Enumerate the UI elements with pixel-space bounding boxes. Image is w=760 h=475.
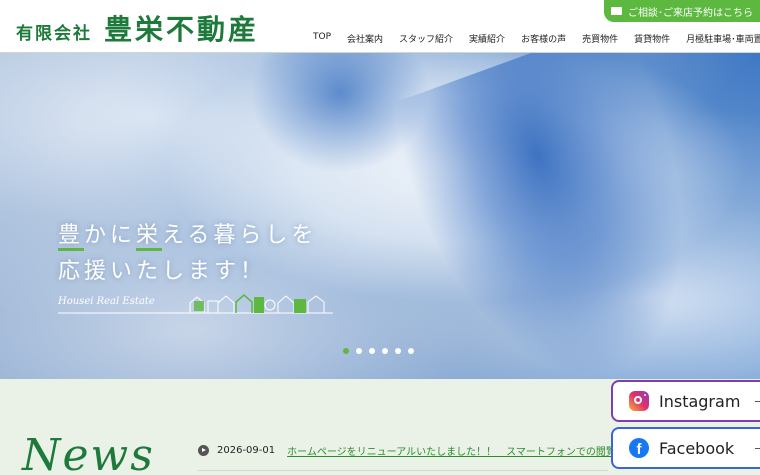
slide-dot-2[interactable]: [356, 348, 362, 354]
nav-rental-properties[interactable]: 賃貸物件: [627, 28, 677, 49]
instagram-button[interactable]: Instagram: [611, 380, 760, 422]
catch-highlight-2: 栄: [136, 223, 163, 251]
slide-dot-5[interactable]: [395, 348, 401, 354]
sky-background-accent: [250, 53, 430, 173]
site-header: 有限会社 豊栄不動産 ご相談･ご来店予約はこちら TOP 会社案内 スタッフ紹介…: [0, 0, 760, 53]
slide-dot-4[interactable]: [382, 348, 388, 354]
dash-decoration: [755, 401, 760, 402]
company-name: 豊栄不動産: [104, 13, 260, 46]
facebook-button[interactable]: f Facebook: [611, 427, 760, 469]
catch-line-2: 応援いたします！: [58, 259, 267, 284]
nav-company[interactable]: 会社案内: [340, 28, 390, 49]
nav-results[interactable]: 実績紹介: [462, 28, 512, 49]
dash-decoration: [755, 448, 760, 449]
contact-button-label: ご相談･ご来店予約はこちら: [628, 7, 753, 19]
sky-background: [381, 53, 739, 379]
nav-parking[interactable]: 月極駐車場･車両置場: [679, 28, 760, 49]
site-logo[interactable]: 有限会社 豊栄不動産: [16, 8, 259, 48]
house-line-illustration: Housei Real Estate: [58, 294, 333, 314]
nav-staff[interactable]: スタッフ紹介: [392, 28, 460, 49]
nav-top[interactable]: TOP: [306, 28, 338, 49]
catch-line-1: 豊かに栄える暮らしを: [58, 218, 317, 254]
instagram-label: Instagram: [659, 391, 741, 411]
instagram-icon: [629, 391, 649, 411]
hero-catchcopy: 豊かに栄える暮らしを 応援いたします！: [58, 218, 317, 290]
news-heading: News: [22, 430, 155, 475]
news-date: 2026-09-01: [217, 445, 276, 456]
script-logo-text: Housei Real Estate: [58, 296, 155, 307]
company-prefix: 有限会社: [16, 24, 92, 44]
nav-sale-properties[interactable]: 売買物件: [575, 28, 625, 49]
global-nav: TOP 会社案内 スタッフ紹介 実績紹介 お客様の声 売買物件 賃貸物件 月極駐…: [306, 28, 760, 49]
slide-dot-1[interactable]: [343, 348, 349, 354]
slide-dot-3[interactable]: [369, 348, 375, 354]
facebook-icon: f: [629, 438, 649, 458]
facebook-label: Facebook: [659, 438, 735, 458]
catch-text-2: える暮らしを: [162, 223, 318, 248]
hero-slider: 豊かに栄える暮らしを 応援いたします！ Housei Real Estate: [0, 53, 760, 379]
catch-highlight-1: 豊: [58, 223, 85, 251]
slide-dot-6[interactable]: [408, 348, 414, 354]
nav-voices[interactable]: お客様の声: [514, 28, 573, 49]
contact-reservation-button[interactable]: ご相談･ご来店予約はこちら: [604, 0, 760, 22]
mail-icon: [611, 7, 622, 15]
slide-pagination: [343, 348, 414, 354]
catch-text-1: かに: [84, 223, 137, 248]
play-icon: [198, 445, 209, 456]
news-divider: [198, 470, 608, 471]
